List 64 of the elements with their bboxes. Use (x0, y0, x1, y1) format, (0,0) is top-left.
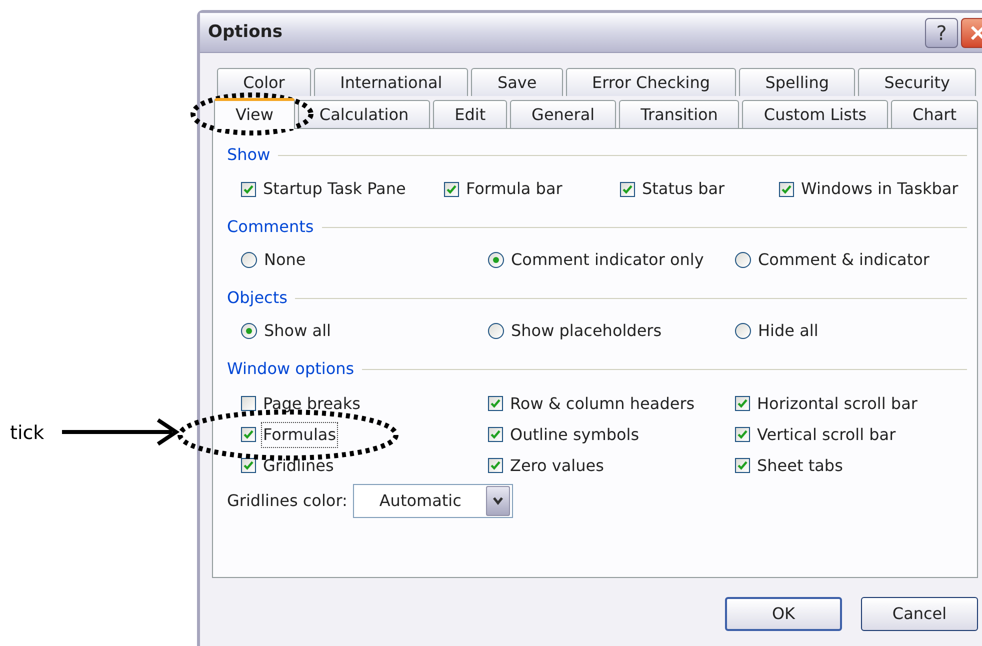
section-heading: Window options (227, 358, 354, 380)
tab[interactable]: Edit (433, 100, 508, 128)
tab[interactable]: Custom Lists (742, 100, 888, 128)
tab[interactable]: Calculation (298, 100, 430, 128)
option-label: Vertical scroll bar (756, 424, 897, 446)
option-label: Horizontal scroll bar (756, 392, 918, 414)
checkbox[interactable] (620, 182, 635, 196)
radio-button[interactable] (735, 323, 751, 339)
option-label: Comment & indicator (757, 249, 930, 271)
checkbox[interactable] (241, 396, 256, 411)
section-heading: Comments (227, 216, 314, 238)
checkbox[interactable] (241, 182, 256, 196)
checkbox[interactable] (488, 427, 503, 442)
checkbox[interactable] (241, 427, 256, 442)
option-label: None (263, 249, 307, 271)
checkbox[interactable] (444, 182, 459, 196)
dropdown-value: Automatic (378, 490, 462, 512)
tab[interactable]: Color (217, 68, 311, 96)
color-dropdown[interactable]: Automatic (353, 484, 514, 518)
tab[interactable]: View (214, 98, 295, 129)
radio-button[interactable] (241, 252, 257, 268)
annotation-label: tick (10, 421, 44, 446)
option-label: Startup Task Pane (262, 178, 407, 200)
checkbox[interactable] (735, 427, 750, 442)
option-label: Show placeholders (510, 320, 663, 342)
radio-button[interactable] (488, 252, 504, 268)
field-label: Gridlines color: (227, 490, 348, 512)
dialog-button[interactable]: Cancel (861, 597, 978, 631)
option-label: Sheet tabs (756, 454, 844, 476)
checkbox[interactable] (735, 396, 750, 411)
option-label: Page breaks (262, 392, 362, 414)
tab[interactable]: Transition (619, 100, 740, 128)
tab[interactable]: International (314, 68, 468, 96)
radio-button[interactable] (241, 323, 257, 339)
checkbox[interactable] (735, 458, 750, 473)
tab[interactable]: Error Checking (566, 68, 736, 96)
tab[interactable]: Save (471, 68, 563, 96)
checkbox[interactable] (488, 458, 503, 473)
checkbox[interactable] (488, 396, 503, 411)
checkbox[interactable] (241, 458, 256, 473)
option-label: Formulas (262, 422, 338, 446)
option-label: Windows in Taskbar (800, 178, 960, 200)
window-title: Options (208, 20, 282, 44)
option-label: Status bar (641, 178, 726, 200)
option-label: Comment indicator only (510, 249, 705, 271)
option-label: Zero values (509, 454, 605, 476)
radio-button[interactable] (735, 252, 751, 268)
tab[interactable]: General (510, 100, 616, 128)
tab[interactable]: Spelling (739, 68, 856, 96)
option-label: Formula bar (465, 178, 564, 200)
option-label: Outline symbols (509, 424, 640, 446)
checkbox[interactable] (779, 182, 794, 196)
dialog-button[interactable]: OK (725, 597, 842, 631)
option-label: Gridlines (262, 454, 335, 476)
section-heading: Objects (227, 287, 288, 309)
help-button[interactable]: ? (925, 18, 958, 48)
tab[interactable]: Security (858, 68, 976, 96)
option-label: Hide all (757, 320, 820, 342)
tab[interactable]: Chart (891, 100, 978, 128)
option-label: Row & column headers (509, 392, 696, 414)
option-label: Show all (263, 320, 332, 342)
section-heading: Show (227, 144, 270, 166)
radio-button[interactable] (488, 323, 504, 339)
close-icon (968, 24, 982, 42)
